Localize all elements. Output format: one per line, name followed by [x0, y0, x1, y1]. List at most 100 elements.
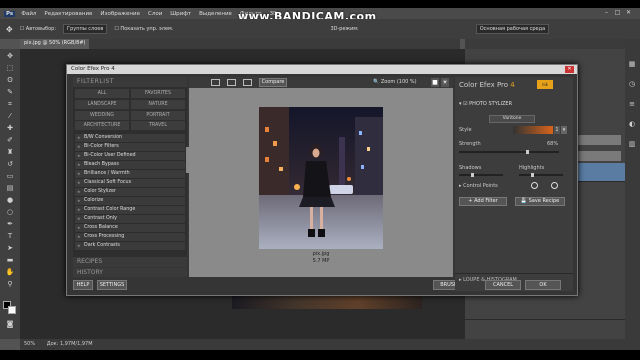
preview-filename: pix.jpg — [312, 251, 330, 257]
channels-icon[interactable]: ▥ — [626, 139, 638, 149]
autoselect-checkbox[interactable]: ☐ Автовыбор: — [20, 26, 56, 32]
category-landscape[interactable]: LANDSCAPE — [75, 99, 129, 109]
menu-type[interactable]: Шрифт — [170, 11, 191, 17]
tab-document[interactable]: pix.jpg @ 50% (RGB/8#) — [20, 39, 90, 49]
filter-item[interactable]: Colorize — [75, 197, 185, 206]
filter-item[interactable]: Color Stylizer — [75, 188, 185, 197]
panel-icons-strip: ▦ ◷ ≡ ◐ ▥ — [625, 39, 640, 339]
dialog-close-icon[interactable]: ✕ — [565, 66, 574, 73]
filter-item[interactable]: Contrast Color Range — [75, 206, 185, 215]
category-travel[interactable]: TRAVEL — [131, 121, 185, 131]
menu-layers[interactable]: Слои — [148, 11, 162, 17]
filter-item[interactable]: Cross Balance — [75, 224, 185, 233]
add-filter-button[interactable]: + Add Filter — [459, 197, 507, 206]
category-wedding[interactable]: WEDDING — [75, 110, 129, 120]
filter-item[interactable]: Classical Soft Focus — [75, 179, 185, 188]
move-icon[interactable]: ✥ — [4, 51, 16, 61]
settings-button[interactable]: SETTINGS — [97, 280, 127, 290]
blur-icon[interactable]: ● — [4, 195, 16, 205]
strength-slider-knob[interactable] — [526, 150, 529, 154]
filter-header[interactable]: ▾ ☑ PHOTO STYLIZER — [459, 101, 512, 107]
history-header[interactable]: HISTORY — [73, 268, 187, 277]
menu-edit[interactable]: Редактирование — [44, 11, 92, 17]
history-icon[interactable]: ◷ — [626, 79, 638, 89]
eyedropper-icon[interactable]: ⁄ — [4, 111, 16, 121]
move-tool-icon[interactable]: ✥ — [6, 25, 13, 34]
filter-item[interactable]: Contrast Only — [75, 215, 185, 224]
filter-item[interactable]: Bi-Color User Defined — [75, 152, 185, 161]
close-window-icon[interactable]: ✕ — [625, 9, 632, 16]
highlights-slider-knob[interactable] — [531, 173, 534, 177]
minimize-icon[interactable]: – — [603, 9, 610, 16]
highlights-slider[interactable] — [519, 174, 563, 176]
dodge-icon[interactable]: ○ — [4, 207, 16, 217]
category-portrait[interactable]: PORTRAIT — [131, 110, 185, 120]
menu-image[interactable]: Изображение — [100, 11, 140, 17]
shape-icon[interactable]: ▬ — [4, 255, 16, 265]
eraser-icon[interactable]: ▭ — [4, 171, 16, 181]
filterlist-header[interactable]: FILTERLIST — [73, 77, 187, 87]
strength-value: 68% — [547, 141, 559, 147]
type-icon[interactable]: T — [4, 231, 16, 241]
save-recipe-button[interactable]: 💾 Save Recipe — [515, 197, 565, 206]
category-favorites[interactable]: FAVORITES — [131, 89, 185, 98]
background-color-icon[interactable]: ■ — [431, 78, 439, 87]
stamp-icon[interactable]: ♜ — [4, 147, 16, 157]
menu-file[interactable]: Файл — [21, 11, 36, 17]
adjustments-icon[interactable]: ◐ — [626, 119, 638, 129]
group-select[interactable]: Группы слоев — [63, 24, 108, 34]
zoom-icon[interactable]: ⚲ — [4, 279, 16, 289]
style-value[interactable]: 1 — [554, 126, 560, 134]
variant-select[interactable]: Varitone — [489, 115, 535, 123]
add-control-point-icon[interactable] — [531, 182, 538, 189]
marquee-icon[interactable]: ⬚ — [4, 63, 16, 73]
style-dropdown-icon[interactable]: ▾ — [561, 126, 567, 134]
remove-control-point-icon[interactable] — [551, 182, 558, 189]
quick-mask-icon[interactable]: ◙ — [4, 319, 16, 329]
filter-item[interactable]: Cross Processing — [75, 233, 185, 242]
maximize-icon[interactable]: □ — [614, 9, 621, 16]
hand-icon[interactable]: ✋ — [4, 267, 16, 277]
category-architecture[interactable]: ARCHITECTURE — [75, 121, 129, 131]
layers-icon[interactable]: ▦ — [626, 59, 638, 69]
compare-button[interactable]: Compare — [259, 78, 287, 87]
cancel-button[interactable]: CANCEL — [485, 280, 521, 290]
pen-icon[interactable]: ✒ — [4, 219, 16, 229]
recipes-header[interactable]: RECIPES — [73, 257, 187, 267]
preview-toolbar: Compare 🔍 Zoom (100 %) ■ ☀ — [189, 77, 453, 88]
category-nature[interactable]: NATURE — [131, 99, 185, 109]
split-view-icon[interactable] — [227, 79, 236, 86]
menu-select[interactable]: Выделение — [199, 11, 232, 17]
workspace-select[interactable]: Основная рабочая среда — [475, 24, 550, 34]
ok-button[interactable]: OK — [525, 280, 561, 290]
shadows-slider[interactable] — [459, 174, 503, 176]
help-button[interactable]: HELP — [73, 280, 93, 290]
filter-item[interactable]: B/W Conversion — [75, 134, 185, 143]
category-all[interactable]: ALL — [75, 89, 129, 98]
zoom-select[interactable]: 🔍 Zoom (100 %) — [373, 78, 425, 87]
quick-select-icon[interactable]: ✎ — [4, 87, 16, 97]
brush-icon[interactable]: ✐ — [4, 135, 16, 145]
control-points-row[interactable]: ▸ Control Points — [459, 183, 498, 189]
divider — [455, 273, 573, 274]
healing-icon[interactable]: ✚ — [4, 123, 16, 133]
loupe-toggle-icon[interactable]: ☀ — [441, 78, 449, 87]
strength-slider[interactable] — [459, 151, 559, 153]
preview-image — [259, 107, 383, 249]
single-view-icon[interactable] — [211, 79, 220, 86]
style-swatch[interactable] — [513, 126, 553, 134]
background-color-swatch[interactable] — [8, 306, 16, 314]
side-by-side-icon[interactable] — [243, 79, 252, 86]
shadows-slider-knob[interactable] — [471, 173, 474, 177]
filter-item[interactable]: Bleach Bypass — [75, 161, 185, 170]
lasso-icon[interactable]: ʘ — [4, 75, 16, 85]
filter-item[interactable]: Bi-Color Filters — [75, 143, 185, 152]
filter-item[interactable]: Dark Contrasts — [75, 242, 185, 251]
filter-item[interactable]: Brilliance / Warmth — [75, 170, 185, 179]
history-brush-icon[interactable]: ↺ — [4, 159, 16, 169]
path-select-icon[interactable]: ➤ — [4, 243, 16, 253]
gradient-icon[interactable]: ▤ — [4, 183, 16, 193]
properties-icon[interactable]: ≡ — [626, 99, 638, 109]
show-controls-checkbox[interactable]: ☐ Показать упр. элем. — [114, 26, 173, 32]
crop-icon[interactable]: ⌗ — [4, 99, 16, 109]
